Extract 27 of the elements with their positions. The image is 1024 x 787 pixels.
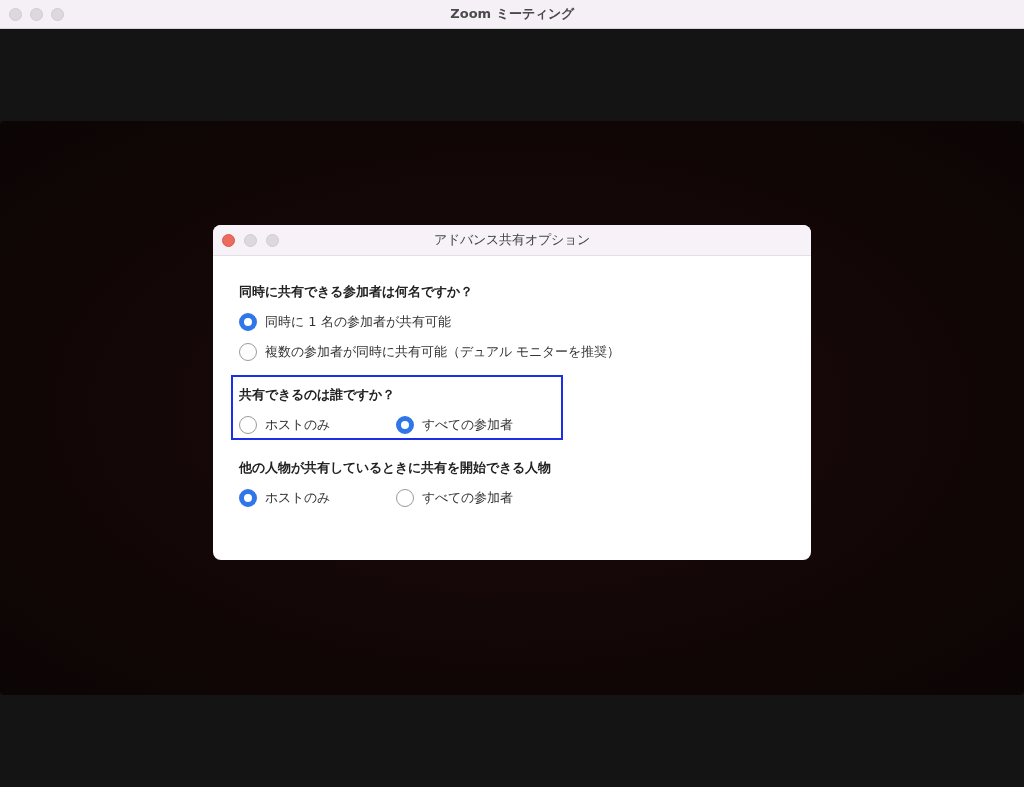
zoom-button[interactable] xyxy=(266,233,279,247)
zoom-button[interactable] xyxy=(51,7,64,21)
window-title: Zoom ミーティング xyxy=(450,5,574,23)
dialog-title: アドバンス共有オプション xyxy=(434,231,590,249)
option-label: すべての参加者 xyxy=(422,489,513,507)
radio-button[interactable] xyxy=(239,416,257,434)
option-label: ホストのみ xyxy=(265,489,330,507)
radio-button[interactable] xyxy=(239,343,257,361)
minimize-button[interactable] xyxy=(30,7,43,21)
radio-option[interactable]: ホストのみ xyxy=(239,416,396,434)
radio-option[interactable]: すべての参加者 xyxy=(396,489,553,507)
question-label: 他の人物が共有しているときに共有を開始できる人物 xyxy=(239,459,552,477)
radio-button[interactable] xyxy=(239,489,257,507)
option-label: すべての参加者 xyxy=(422,416,513,434)
question-label: 同時に共有できる参加者は何名ですか？ xyxy=(239,283,474,301)
close-button[interactable] xyxy=(222,233,235,247)
radio-button[interactable] xyxy=(396,416,414,434)
radio-option[interactable]: ホストのみ xyxy=(239,489,396,507)
minimize-button[interactable] xyxy=(244,233,257,247)
radio-option[interactable]: すべての参加者 xyxy=(396,416,553,434)
question-label: 共有できるのは誰ですか？ xyxy=(239,386,396,404)
radio-option[interactable]: 同時に 1 名の参加者が共有可能 xyxy=(239,313,621,331)
close-button[interactable] xyxy=(9,7,22,21)
option-label: ホストのみ xyxy=(265,416,330,434)
option-label: 同時に 1 名の参加者が共有可能 xyxy=(265,313,451,331)
radio-button[interactable] xyxy=(239,313,257,331)
radio-button[interactable] xyxy=(396,489,414,507)
